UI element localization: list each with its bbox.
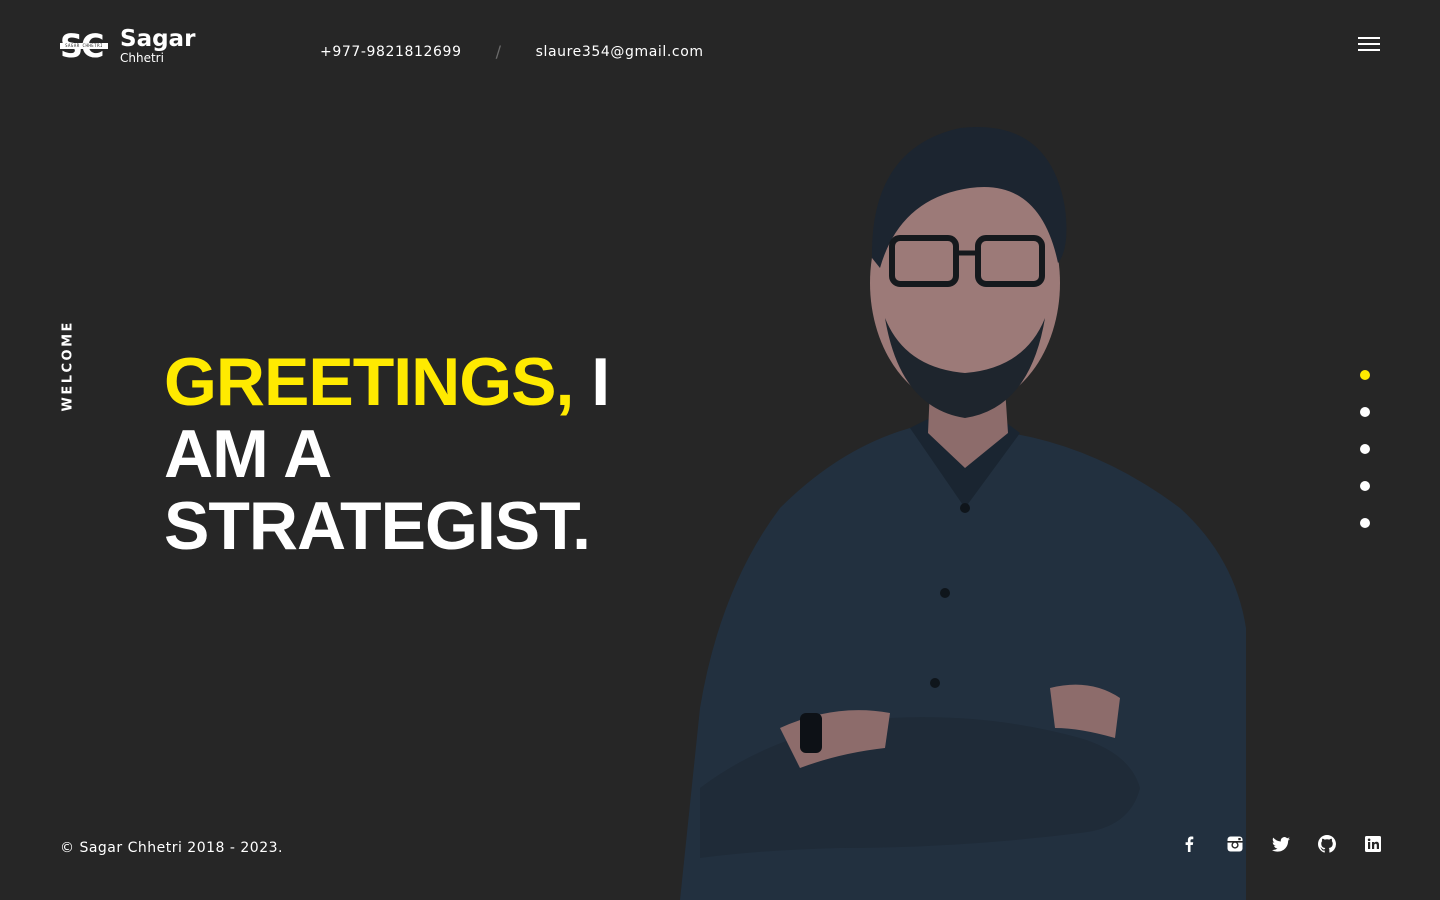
- hero-text-part1: I: [573, 344, 610, 420]
- logo-first-name: Sagar: [120, 26, 196, 52]
- social-links: [1180, 834, 1382, 854]
- contact-separator: /: [495, 42, 502, 61]
- hamburger-line: [1358, 37, 1380, 39]
- copyright-text: © Sagar Chhetri 2018 - 2023.: [60, 840, 283, 856]
- hamburger-line: [1358, 49, 1380, 51]
- section-dot-1[interactable]: [1360, 370, 1370, 380]
- section-dots-nav: [1360, 370, 1370, 528]
- phone-link[interactable]: +977-9821812699: [320, 44, 462, 60]
- facebook-icon[interactable]: [1180, 834, 1198, 854]
- hero-accent-text: GREETINGS,: [164, 344, 574, 420]
- hero-text-line3: STRATEGIST.: [164, 488, 591, 564]
- page: SC SAGAR CHHETRI Sagar Chhetri +977-9821…: [0, 0, 1440, 900]
- section-dot-4[interactable]: [1360, 481, 1370, 491]
- section-dot-2[interactable]: [1360, 407, 1370, 417]
- instagram-icon[interactable]: [1226, 834, 1244, 854]
- email-link[interactable]: slaure354@gmail.com: [536, 44, 704, 60]
- welcome-label: WELCOME: [60, 320, 76, 412]
- logo-mark: SC SAGAR CHHETRI: [60, 28, 108, 64]
- logo-band: SAGAR CHHETRI: [60, 43, 108, 49]
- github-icon[interactable]: [1318, 834, 1336, 854]
- portrait-image: [680, 127, 1246, 900]
- section-dot-5[interactable]: [1360, 518, 1370, 528]
- header-contact: +977-9821812699 / slaure354@gmail.com: [320, 42, 704, 61]
- site-logo[interactable]: SC SAGAR CHHETRI Sagar Chhetri: [60, 28, 195, 64]
- section-dot-3[interactable]: [1360, 444, 1370, 454]
- logo-last-name: Chhetri: [120, 51, 164, 65]
- twitter-icon[interactable]: [1272, 834, 1290, 854]
- linkedin-icon[interactable]: [1364, 834, 1382, 854]
- logo-text: Sagar Chhetri: [120, 26, 196, 65]
- hamburger-line: [1358, 43, 1380, 45]
- hero-text-line2: AM A: [164, 416, 332, 492]
- hero-heading: GREETINGS, I AM A STRATEGIST.: [164, 346, 684, 562]
- hamburger-menu-icon[interactable]: [1358, 37, 1380, 53]
